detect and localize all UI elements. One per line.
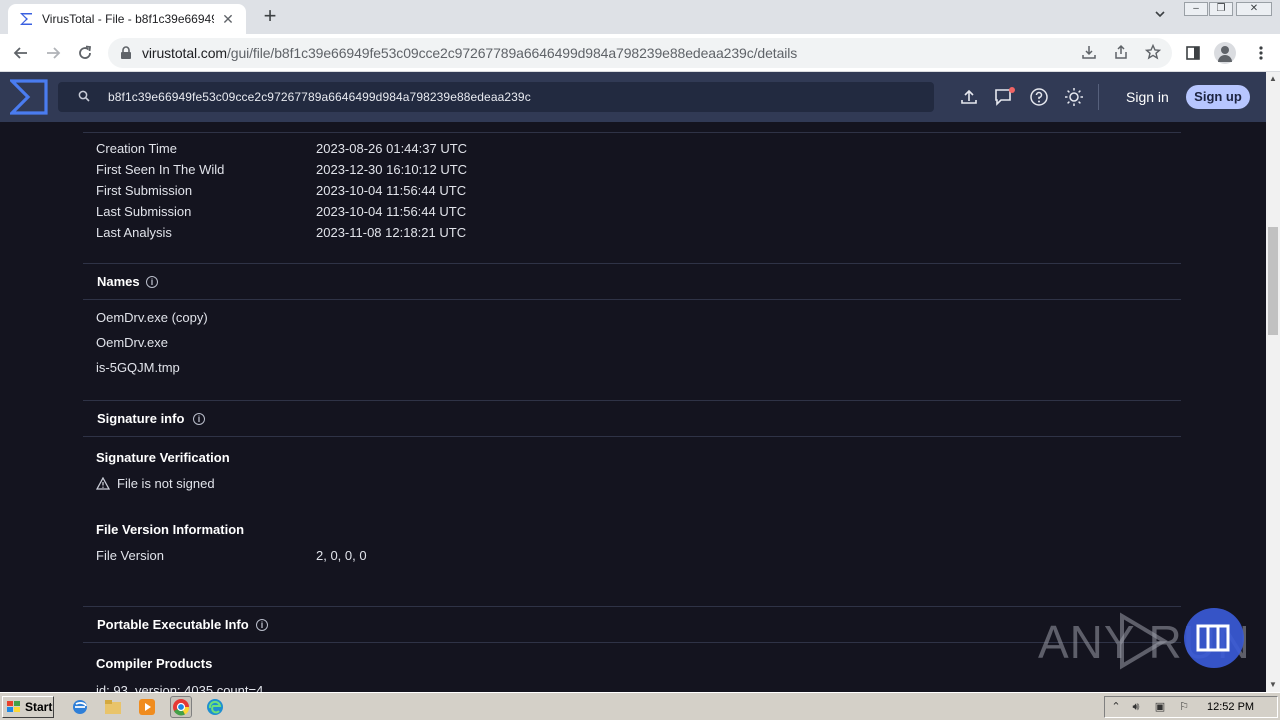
signature-status: File is not signed [117,476,215,491]
browser-menu-icon[interactable] [1250,42,1272,64]
share-icon[interactable] [1112,44,1130,62]
tab-close-icon[interactable]: ✕ [220,11,236,28]
tray-expand-icon[interactable]: ⌃ [1109,700,1123,714]
browser-tab-strip: VirusTotal - File - b8f1c39e66949fe53 ✕ … [0,0,1280,34]
info-icon[interactable]: i [193,413,205,425]
header-divider [1098,84,1099,110]
system-tray: ⌃ 🔊︎ ▣ ⚐ 12:52 PM [1104,696,1278,718]
history-value: 2023-12-30 16:10:12 UTC [316,162,468,177]
history-label: Creation Time [96,141,177,156]
history-label: Last Submission [96,204,192,219]
file-name-item: is-5GQJM.tmp [96,360,180,375]
section-divider [83,436,1181,437]
theme-toggle-sun-icon[interactable] [1064,87,1084,107]
virustotal-logo-icon[interactable] [8,79,48,115]
network-icon[interactable]: ▣ [1153,700,1167,714]
compiler-products-title: Compiler Products [96,656,213,671]
address-bar[interactable]: virustotal.com/gui/file/b8f1c39e66949fe5… [108,38,1172,68]
section-divider [83,263,1181,264]
restore-window-icon[interactable]: ❐ [1209,2,1233,16]
warning-icon [95,476,111,490]
info-icon[interactable]: i [256,619,268,631]
info-icon[interactable]: i [146,276,158,288]
start-label: Start [25,700,53,714]
history-value: 2023-10-04 11:56:44 UTC [316,183,467,198]
start-button[interactable]: Start [2,696,54,718]
bookmark-star-icon[interactable] [1144,43,1162,62]
page-scrollbar[interactable]: ▲ ▼ [1266,72,1280,692]
history-label: Last Analysis [96,225,172,240]
scroll-down-arrow-icon[interactable]: ▼ [1266,678,1280,692]
section-divider [83,400,1181,401]
windows-taskbar: Start ⌃ 🔊︎ ▣ ⚐ 12:52 PM [0,692,1280,720]
sign-up-button[interactable]: Sign up [1186,85,1250,109]
search-input-value: b8f1c39e66949fe53c09cce2c97267789a664649… [108,90,531,104]
section-divider [83,132,1181,133]
scroll-up-arrow-icon[interactable]: ▲ [1266,72,1280,86]
history-label: First Seen In The Wild [96,162,225,177]
upload-icon[interactable] [959,87,979,107]
file-version-label: File Version [96,548,164,563]
reload-icon[interactable] [74,42,96,64]
anyrun-watermark-logo: ANY RUN [1038,606,1250,672]
compiler-product-item: id: 93, version: 4035 count=4 [96,683,264,692]
url-text: virustotal.com/gui/file/b8f1c39e66949fe5… [142,45,797,61]
taskbar-clock[interactable]: 12:52 PM [1207,701,1254,713]
file-version-value: 2, 0, 0, 0 [316,548,367,563]
history-value: 2023-10-04 11:56:44 UTC [316,204,467,219]
search-icon [78,89,92,103]
action-center-flag-icon[interactable]: ⚐ [1177,700,1191,714]
signature-verification-title: Signature Verification [96,450,230,465]
file-name-item: OemDrv.exe [96,335,168,350]
section-divider [83,606,1181,607]
scroll-thumb[interactable] [1268,227,1278,335]
file-explorer-icon[interactable] [104,698,122,716]
internet-explorer-icon[interactable] [71,698,89,716]
history-value: 2023-11-08 12:18:21 UTC [316,225,467,240]
volume-icon[interactable]: 🔊︎ [1129,700,1143,714]
pe-info-section-title: Portable Executable Info [97,617,249,632]
close-window-icon[interactable]: ✕ [1236,2,1272,16]
browser-toolbar: virustotal.com/gui/file/b8f1c39e66949fe5… [0,34,1280,72]
signature-section-title: Signature info [97,411,185,426]
sign-in-link[interactable]: Sign in [1126,89,1169,105]
forward-arrow-icon[interactable] [42,42,64,64]
profile-avatar-icon[interactable] [1214,42,1236,64]
back-arrow-icon[interactable] [10,42,32,64]
virustotal-favicon-icon [18,11,34,27]
install-app-icon[interactable] [1080,44,1098,62]
browser-tab[interactable]: VirusTotal - File - b8f1c39e66949fe53 ✕ [8,4,246,34]
tab-title: VirusTotal - File - b8f1c39e66949fe53 [42,12,214,26]
search-input[interactable]: b8f1c39e66949fe53c09cce2c97267789a664649… [58,82,934,112]
file-name-item: OemDrv.exe (copy) [96,310,208,325]
minimize-window-icon[interactable]: – [1184,2,1208,16]
names-section-title: Names [97,274,140,289]
new-tab-button[interactable]: + [258,5,282,28]
media-player-icon[interactable] [138,698,156,716]
file-version-info-title: File Version Information [96,522,245,537]
url-host: virustotal.com [142,45,227,61]
history-label: First Submission [96,183,193,198]
section-divider [83,299,1181,300]
help-icon[interactable] [1029,87,1049,107]
url-path: /gui/file/b8f1c39e66949fe53c09cce2c97267… [226,45,798,61]
side-panel-icon[interactable] [1182,42,1204,64]
edge-icon[interactable] [206,698,224,716]
windows-flag-icon [6,700,22,714]
notifications-chat-icon[interactable] [994,87,1015,107]
virustotal-header: b8f1c39e66949fe53c09cce2c97267789a664649… [0,72,1266,122]
chrome-taskbar-icon[interactable] [170,696,192,718]
history-value: 2023-08-26 01:44:37 UTC [316,141,468,156]
lock-icon [120,46,132,65]
tab-search-chevron-icon[interactable] [1150,8,1170,26]
section-divider [83,642,1181,643]
